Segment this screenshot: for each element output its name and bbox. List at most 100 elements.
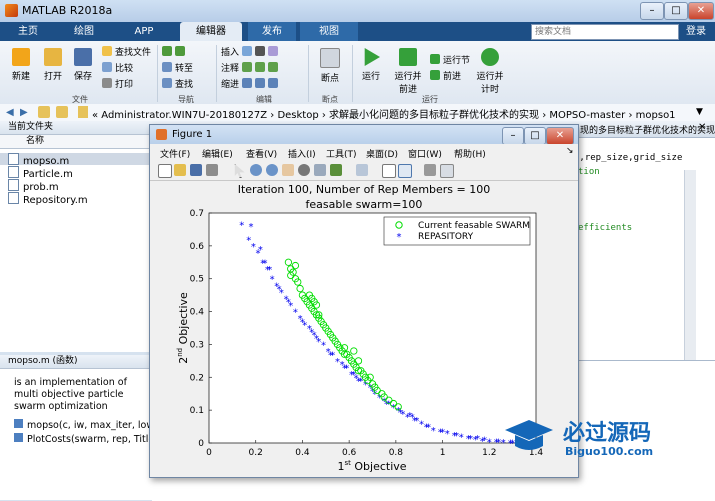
zoom-in-icon[interactable]	[250, 164, 262, 176]
zoom-out-icon[interactable]	[266, 164, 278, 176]
menu-view[interactable]: 查看(V)	[246, 147, 277, 160]
current-path[interactable]: « Administrator.WIN7U-20180127Z › Deskto…	[92, 106, 676, 121]
colorbar-icon[interactable]	[382, 164, 396, 178]
code-line: s,rep_size,grid_size	[574, 153, 683, 163]
code-line: efficients	[578, 223, 633, 233]
editor-scrollbar[interactable]	[684, 170, 696, 360]
x-tick-label: 0.8	[389, 448, 404, 458]
file-description: is an implementation of multi objective …	[14, 377, 127, 412]
folder-up-icon[interactable]	[38, 106, 50, 118]
matlab-logo-icon	[5, 4, 18, 17]
tab-apps[interactable]: APP	[124, 22, 164, 41]
save-figure-icon[interactable]	[190, 164, 202, 176]
tab-home[interactable]: 主页	[8, 22, 48, 41]
nav-forward-icon[interactable]: ▶	[20, 107, 28, 118]
function-item[interactable]: PlotCosts(swarm, rep, Title)	[14, 433, 158, 445]
repository-point: *	[487, 437, 492, 448]
tab-publish[interactable]: 发布	[248, 22, 296, 41]
menu-insert[interactable]: 插入(I)	[288, 147, 316, 160]
run-advance-icon	[399, 48, 417, 66]
search-documentation-input[interactable]: 搜索文档	[531, 24, 679, 40]
hide-plot-tools-icon[interactable]	[424, 164, 436, 176]
tab-view[interactable]: 视图	[300, 22, 358, 41]
chart-title: Iteration 100, Number of Rep Members = 1…	[238, 183, 491, 196]
brush-icon[interactable]	[330, 164, 342, 176]
legend[interactable]: Current feasable SWARM * REPASITORY	[383, 216, 531, 246]
find-files-button[interactable]: 查找文件	[102, 46, 151, 59]
pan-hand-icon[interactable]	[282, 164, 294, 176]
back-arrow-icon	[162, 46, 172, 56]
maximize-button[interactable]: □	[664, 2, 688, 20]
dock-arrow-icon[interactable]: ↘	[566, 146, 574, 156]
nav-arrows[interactable]	[162, 46, 188, 59]
run-button[interactable]: 运行	[356, 48, 386, 82]
advance-button[interactable]: 前进	[430, 70, 461, 83]
minimize-button[interactable]: –	[640, 2, 664, 20]
address-bar[interactable]: ◀ ▶ « Administrator.WIN7U-20180127Z › De…	[0, 104, 715, 122]
open-file-icon[interactable]	[174, 164, 186, 176]
decrease-indent-icon	[267, 78, 278, 88]
wrap-comment-icon	[267, 62, 278, 72]
file-item[interactable]: prob.m	[8, 179, 59, 193]
repository-point: *	[475, 434, 480, 445]
nav-back-icon[interactable]: ◀	[6, 107, 14, 118]
open-folder-icon	[44, 48, 62, 66]
menu-edit[interactable]: 编辑(E)	[202, 147, 233, 160]
repository-point: *	[459, 432, 464, 443]
menu-desktop[interactable]: 桌面(D)	[366, 147, 398, 160]
menu-window[interactable]: 窗口(W)	[408, 147, 442, 160]
data-cursor-icon[interactable]	[314, 164, 326, 176]
print-figure-icon[interactable]	[206, 164, 218, 176]
column-header-name[interactable]: 名称	[0, 135, 152, 149]
menu-help[interactable]: 帮助(H)	[454, 147, 486, 160]
menu-file[interactable]: 文件(F)	[160, 147, 190, 160]
save-button[interactable]: 保存	[68, 48, 98, 82]
tab-plots[interactable]: 绘图	[64, 22, 104, 41]
breakpoints-icon	[320, 48, 340, 68]
insert-button[interactable]: 插入	[221, 46, 281, 59]
legend-label-swarm: Current feasable SWARM	[418, 221, 530, 231]
path-dropdown-icon[interactable]: ▼	[696, 107, 703, 117]
rotate-3d-icon[interactable]	[298, 164, 310, 176]
find-button[interactable]: 查找	[162, 78, 193, 91]
repository-point: *	[342, 363, 347, 374]
editor-close-icon[interactable]: ✕	[698, 122, 706, 133]
file-item[interactable]: Repository.m	[8, 192, 88, 206]
legend-label-repository: REPASITORY	[418, 232, 474, 242]
repository-point: *	[384, 400, 389, 411]
details-panel: mopso.m (函数) is an implementation of mul…	[0, 355, 160, 500]
chart-subtitle: feasable swarm=100	[306, 198, 423, 211]
figure-close-button[interactable]: ✕	[546, 127, 574, 145]
repository-point: *	[426, 423, 431, 434]
comment-button[interactable]: 注释	[221, 62, 281, 75]
smart-indent-icon	[241, 78, 252, 88]
open-button[interactable]: 打开	[38, 48, 68, 82]
editor-path-title: 现的多目标粒子群优化技术的实现\MOP...	[580, 126, 715, 136]
indent-button[interactable]: 缩进	[221, 78, 281, 91]
file-item[interactable]: Particle.m	[8, 166, 73, 180]
show-plot-tools-icon[interactable]	[440, 164, 454, 178]
file-item[interactable]: mopso.m	[0, 153, 154, 167]
run-and-advance-button[interactable]: 运行并 前进	[390, 48, 426, 95]
figure-maximize-button[interactable]: □	[524, 127, 546, 145]
print-button[interactable]: 打印	[102, 78, 133, 91]
repository-point: *	[300, 317, 305, 328]
legend-icon[interactable]	[398, 164, 412, 178]
run-and-time-button[interactable]: 运行并 计时	[474, 48, 506, 95]
new-button[interactable]: 新建	[6, 48, 36, 82]
browse-folder-icon[interactable]	[56, 106, 68, 118]
repository-point: *	[267, 265, 272, 276]
close-button[interactable]: ✕	[688, 2, 714, 20]
login-link[interactable]: 登录	[680, 24, 712, 39]
breakpoints-button[interactable]: 断点	[314, 48, 346, 84]
run-section-button[interactable]: 运行节	[430, 54, 470, 67]
menu-tools[interactable]: 工具(T)	[326, 147, 357, 160]
link-plot-icon[interactable]	[356, 164, 368, 176]
new-figure-icon[interactable]	[158, 164, 172, 178]
tab-editor[interactable]: 编辑器	[180, 22, 242, 41]
function-item[interactable]: mopso(c, iw, max_iter, lowe	[14, 419, 160, 431]
compare-button[interactable]: 比较	[102, 62, 133, 75]
go-to-button[interactable]: 转至	[162, 62, 193, 75]
figure-minimize-button[interactable]: –	[502, 127, 524, 145]
repository-point: *	[356, 377, 361, 388]
